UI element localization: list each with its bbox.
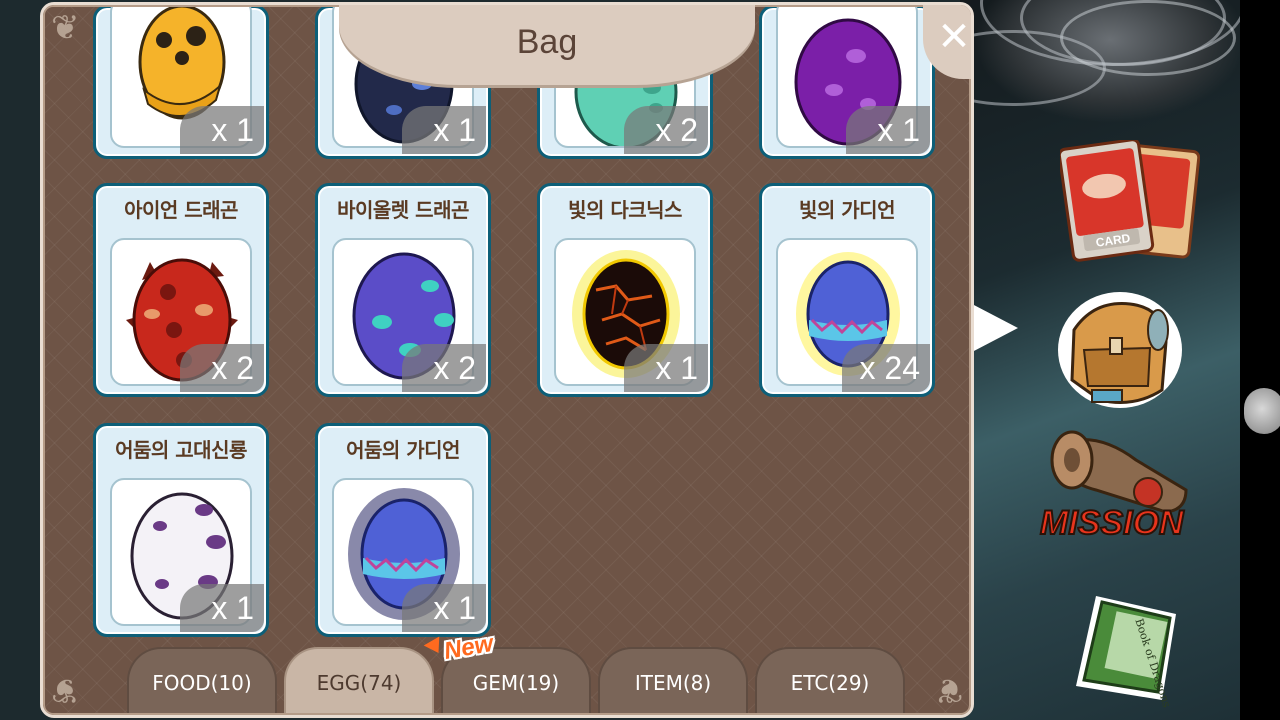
mission-label: MISSION bbox=[1040, 504, 1185, 542]
mission-button[interactable]: MISSION bbox=[1036, 420, 1212, 552]
egg-quantity: x 2 bbox=[624, 106, 708, 154]
egg-card[interactable]: 어둠의 고대신룡 x 1 bbox=[93, 423, 269, 637]
egg-card[interactable]: 어둠의 가디언 x 1 bbox=[315, 423, 491, 637]
egg-name: 어둠의 고대신룡 bbox=[115, 438, 247, 462]
egg-name: 바이올렛 드래곤 bbox=[337, 198, 469, 222]
side-arrow-icon[interactable] bbox=[972, 304, 1018, 352]
egg-card[interactable]: 바이올렛 드래곤 x 2 bbox=[315, 183, 491, 397]
title-tab: Bag bbox=[339, 5, 755, 85]
egg-quantity: x 1 bbox=[180, 584, 264, 632]
card-icon: CARD bbox=[1057, 138, 1201, 262]
ornament-corner: ❦ bbox=[51, 8, 80, 48]
close-icon: ✕ bbox=[937, 14, 971, 60]
backpack-icon bbox=[1058, 292, 1182, 408]
book-icon: Book of Dragons bbox=[1076, 596, 1176, 709]
panel-title: Bag bbox=[516, 22, 578, 61]
bag-panel: ❦ ❦ ❦ Bag ✕ x 1 x 1 x 2 x 1 아이언 드래곤 x 2 … bbox=[40, 2, 974, 718]
scroll-handle[interactable] bbox=[1244, 388, 1280, 434]
egg-card[interactable]: x 1 bbox=[759, 5, 935, 159]
egg-name: 빛의 가디언 bbox=[799, 198, 895, 222]
tab-food[interactable]: FOOD(10) bbox=[127, 647, 277, 715]
egg-quantity: x 1 bbox=[846, 106, 930, 154]
egg-card[interactable]: 빛의 가디언 x 24 bbox=[759, 183, 935, 397]
egg-quantity: x 1 bbox=[624, 344, 708, 392]
egg-quantity: x 2 bbox=[402, 344, 486, 392]
card-button[interactable]: CARD bbox=[1057, 138, 1201, 266]
tab-egg[interactable]: EGG(74) bbox=[284, 647, 434, 715]
egg-quantity: x 1 bbox=[180, 106, 264, 154]
egg-card[interactable]: x 1 bbox=[93, 5, 269, 159]
ornament-corner: ❦ bbox=[934, 670, 964, 710]
tab-item[interactable]: ITEM(8) bbox=[598, 647, 748, 715]
egg-card[interactable]: 아이언 드래곤 x 2 bbox=[93, 183, 269, 397]
backpack-button[interactable] bbox=[1054, 290, 1184, 418]
egg-quantity: x 24 bbox=[841, 344, 930, 392]
egg-name: 아이언 드래곤 bbox=[124, 198, 238, 222]
screen-edge bbox=[1240, 0, 1280, 720]
mission-scroll-icon: MISSION bbox=[1039, 430, 1188, 543]
book-of-dragons-button[interactable]: Book of Dragons bbox=[1066, 586, 1186, 714]
egg-quantity: x 1 bbox=[402, 106, 486, 154]
egg-name: 어둠의 가디언 bbox=[346, 438, 460, 462]
egg-card[interactable]: 빛의 다크닉스 x 1 bbox=[537, 183, 713, 397]
egg-quantity: x 2 bbox=[180, 344, 264, 392]
egg-name: 빛의 다크닉스 bbox=[568, 198, 682, 222]
ornament-corner: ❦ bbox=[51, 670, 80, 710]
egg-quantity: x 1 bbox=[402, 584, 486, 632]
tab-etc[interactable]: ETC(29) bbox=[755, 647, 905, 715]
